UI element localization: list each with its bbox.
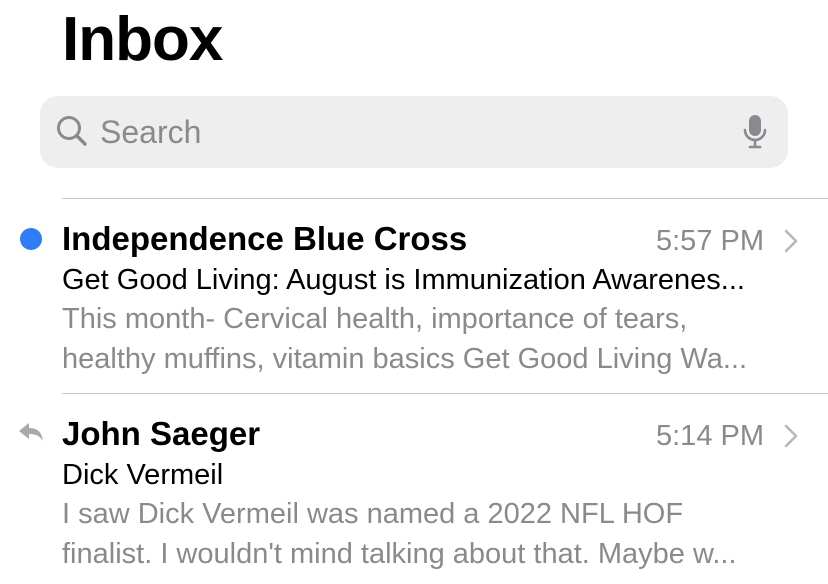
message-preview-line-2: healthy muffins, vitamin basics Get Good… (62, 343, 748, 375)
page-title: Inbox (62, 5, 223, 74)
message-preview-line-1: This month- Cervical health, importance … (62, 303, 688, 335)
unread-dot-icon (20, 228, 42, 250)
message-preview-line-1: I saw Dick Vermeil was named a 2022 NFL … (62, 498, 684, 530)
message-row[interactable]: Independence Blue Cross 5:57 PM Get Good… (0, 199, 828, 385)
chevron-right-icon (784, 229, 798, 253)
message-time: 5:57 PM (656, 225, 764, 257)
search-bar[interactable] (40, 96, 788, 168)
search-input[interactable] (100, 96, 720, 168)
message-preview-line-2: finalist. I wouldn't mind talking about … (62, 538, 737, 570)
search-icon (57, 116, 87, 146)
message-time: 5:14 PM (656, 420, 764, 452)
replied-arrow-icon (19, 423, 43, 441)
message-sender: John Saeger (62, 415, 261, 452)
message-subject: Get Good Living: August is Immunization … (62, 264, 745, 296)
message-row[interactable]: John Saeger 5:14 PM Dick Vermeil I saw D… (0, 394, 828, 580)
chevron-right-icon (784, 424, 798, 448)
message-subject: Dick Vermeil (62, 459, 224, 491)
microphone-icon[interactable] (742, 114, 768, 150)
message-sender: Independence Blue Cross (62, 220, 468, 257)
